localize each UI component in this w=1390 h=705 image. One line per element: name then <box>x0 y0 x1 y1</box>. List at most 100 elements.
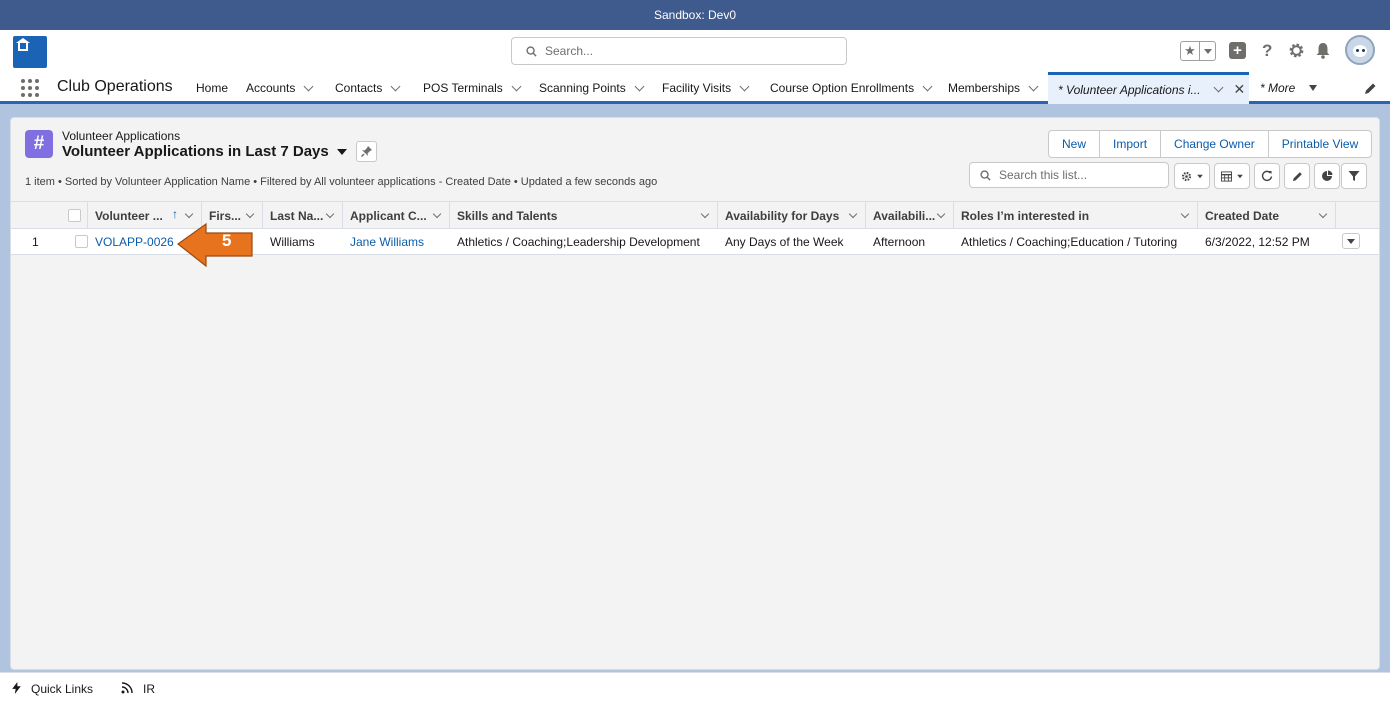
select-all-checkbox[interactable] <box>68 209 81 222</box>
lightning-bolt-icon <box>12 681 21 697</box>
row-actions-menu-button[interactable] <box>1342 233 1360 249</box>
created-date-cell: 6/3/2022, 12:52 PM <box>1205 234 1310 249</box>
app-logo[interactable] <box>13 36 47 68</box>
setup-gear-icon[interactable] <box>1288 42 1305 59</box>
nav-item-scanning-points[interactable]: Scanning Points <box>539 72 645 104</box>
column-header-label: Volunteer ... <box>95 208 163 223</box>
nav-item-label: Facility Visits <box>662 81 732 95</box>
volunteer-application-name-link[interactable]: VOLAPP-0026 <box>88 229 174 254</box>
chevron-down-icon[interactable] <box>432 209 442 219</box>
pin-list-button[interactable] <box>356 141 377 162</box>
caret-down-icon <box>1309 85 1318 91</box>
nav-item-label: Accounts <box>246 81 296 95</box>
availability-days-cell: Any Days of the Week <box>725 234 844 249</box>
app-navigation-bar: Club Operations Home Accounts Contacts P… <box>0 72 1390 104</box>
caret-down-icon <box>1236 174 1243 178</box>
chevron-down-icon[interactable] <box>848 209 858 219</box>
chevron-down-icon[interactable] <box>739 81 750 91</box>
column-header-created-date[interactable]: Created Date <box>1198 202 1336 229</box>
column-header-skills-and-talents[interactable]: Skills and Talents <box>450 202 718 229</box>
edit-nav-pencil-icon[interactable] <box>1364 82 1377 95</box>
column-header-label: Last Na... <box>270 208 324 223</box>
display-as-table-button[interactable] <box>1214 163 1250 189</box>
global-create-plus-icon[interactable]: + <box>1229 42 1246 59</box>
column-header-applicant-contact[interactable]: Applicant C... <box>343 202 450 229</box>
sandbox-banner: Sandbox: Dev0 <box>0 0 1390 30</box>
charts-button[interactable] <box>1314 163 1340 189</box>
chevron-down-icon[interactable] <box>922 81 933 91</box>
chevron-down-icon[interactable] <box>1028 81 1039 91</box>
favorite-star-icon[interactable]: ★ <box>1181 42 1200 60</box>
nav-item-facility-visits[interactable]: Facility Visits <box>662 72 750 104</box>
list-actions-button-group: New Import Change Owner Printable View <box>1048 130 1373 158</box>
volunteer-application-object-icon: # <box>25 130 53 158</box>
chevron-down-icon[interactable] <box>1318 209 1328 219</box>
close-tab-icon[interactable]: ✕ <box>1234 81 1246 98</box>
nav-item-label: Course Option Enrollments <box>770 81 915 95</box>
utility-item-label: Quick Links <box>31 682 94 696</box>
row-select-checkbox[interactable] <box>75 235 88 248</box>
favorites-dropdown-button[interactable] <box>1200 42 1215 60</box>
active-tab-label: * Volunteer Applications i... <box>1058 82 1201 97</box>
chevron-down-icon[interactable] <box>325 209 335 219</box>
gear-icon <box>1181 171 1191 181</box>
pencil-icon <box>1292 171 1302 181</box>
nav-more-label: * More <box>1260 81 1296 95</box>
inline-edit-button[interactable] <box>1284 163 1310 189</box>
chevron-down-icon[interactable] <box>245 209 255 219</box>
availability-time-cell: Afternoon <box>873 234 926 249</box>
chevron-down-icon[interactable] <box>303 81 314 91</box>
chevron-down-icon[interactable] <box>634 81 645 91</box>
nav-item-accounts[interactable]: Accounts <box>246 72 314 104</box>
chevron-down-icon[interactable] <box>936 209 946 219</box>
column-header-roles-interested-in[interactable]: Roles I’m interested in <box>954 202 1198 229</box>
user-avatar[interactable] <box>1345 35 1375 65</box>
new-button[interactable]: New <box>1049 131 1101 157</box>
rss-feed-icon <box>121 681 133 697</box>
chevron-down-icon[interactable] <box>700 209 710 219</box>
import-button[interactable]: Import <box>1100 131 1162 157</box>
utility-bar: Quick Links IR <box>0 672 1390 705</box>
list-view-selector[interactable]: Volunteer Applications in Last 7 Days <box>62 143 347 160</box>
list-view-controls-button[interactable] <box>1174 163 1210 189</box>
global-search-input[interactable]: Search... <box>511 37 847 65</box>
applicant-contact-link[interactable]: Jane Williams <box>343 229 424 254</box>
column-header-availability-for-days[interactable]: Availability for Days <box>718 202 866 229</box>
sort-ascending-arrow-icon[interactable]: ↑ <box>172 207 178 221</box>
nav-item-label: Home <box>196 81 229 95</box>
refresh-button[interactable] <box>1254 163 1280 189</box>
list-view-card: # Volunteer Applications Volunteer Appli… <box>10 117 1380 670</box>
pie-chart-icon <box>1322 170 1333 181</box>
chevron-down-icon[interactable] <box>1180 209 1190 219</box>
column-header-label: Created Date <box>1205 208 1280 223</box>
change-owner-button[interactable]: Change Owner <box>1161 131 1269 157</box>
utility-item-quick-links[interactable]: Quick Links <box>12 681 94 697</box>
chevron-down-icon[interactable] <box>511 81 522 91</box>
tab-volunteer-applications-active[interactable]: * Volunteer Applications i... ✕ <box>1048 72 1249 104</box>
column-header-last-name[interactable]: Last Na... <box>263 202 343 229</box>
sandbox-label: Sandbox: Dev0 <box>653 8 737 22</box>
nav-item-memberships[interactable]: Memberships <box>948 72 1039 104</box>
nav-item-pos-terminals[interactable]: POS Terminals <box>423 72 522 104</box>
chevron-down-icon[interactable] <box>1213 82 1223 93</box>
column-header-availability-time[interactable]: Availabili... <box>866 202 954 229</box>
utility-item-ir[interactable]: IR <box>121 681 155 697</box>
nav-more-menu[interactable]: * More <box>1260 72 1318 104</box>
notification-bell-icon[interactable] <box>1315 42 1331 59</box>
search-icon <box>526 45 537 57</box>
app-launcher-waffle-icon[interactable] <box>21 79 39 97</box>
chevron-down-icon[interactable] <box>390 81 401 91</box>
nav-item-label: POS Terminals <box>423 81 503 95</box>
column-header-label: Availabili... <box>873 208 936 223</box>
nav-item-home[interactable]: Home <box>196 72 228 104</box>
step-callout-number: 5 <box>222 231 232 250</box>
caret-down-icon <box>336 148 347 155</box>
printable-view-button[interactable]: Printable View <box>1269 131 1371 157</box>
list-search-input[interactable]: Search this list... <box>969 162 1169 188</box>
help-icon[interactable]: ? <box>1262 41 1272 61</box>
chevron-down-icon[interactable] <box>184 209 194 219</box>
filters-button[interactable] <box>1341 163 1367 189</box>
nav-item-course-option-enrollments[interactable]: Course Option Enrollments <box>770 72 933 104</box>
nav-item-contacts[interactable]: Contacts <box>335 72 401 104</box>
step-callout-arrow-icon <box>176 222 253 268</box>
